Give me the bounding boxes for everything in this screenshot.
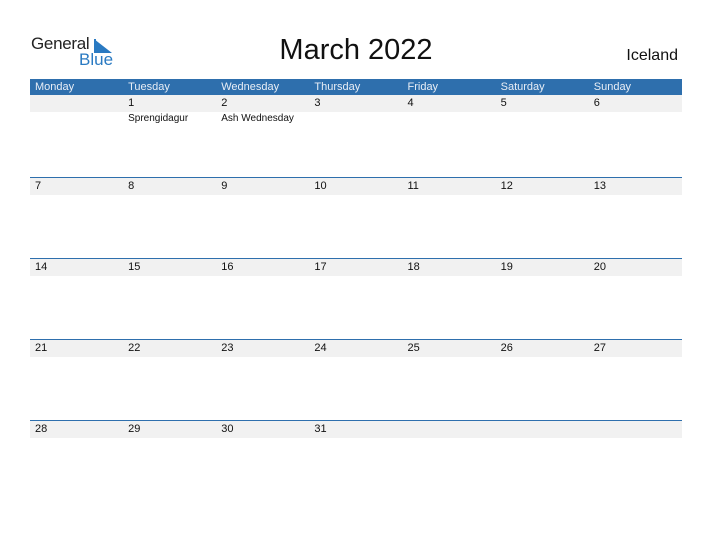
day-number bbox=[30, 95, 123, 112]
day-number: 14 bbox=[35, 261, 48, 273]
day-number: 21 bbox=[35, 342, 48, 354]
day-number: 24 bbox=[314, 342, 327, 354]
day-number: 22 bbox=[128, 342, 141, 354]
country-label: Iceland bbox=[626, 47, 678, 64]
holiday-label: Ash Wednesday bbox=[221, 113, 294, 124]
holiday-label bbox=[403, 112, 496, 126]
day-number: 11 bbox=[407, 180, 419, 192]
page-title: March 2022 bbox=[279, 34, 433, 66]
day-number: 15 bbox=[128, 261, 141, 273]
holiday-label bbox=[589, 112, 682, 126]
week-row: 7 8 9 10 11 12 13 bbox=[30, 177, 682, 258]
day-number: 31 bbox=[314, 423, 327, 435]
day-number: 16 bbox=[221, 261, 234, 273]
weekday-saturday: Saturday bbox=[500, 81, 545, 93]
day-number: 4 bbox=[407, 97, 414, 109]
day-number bbox=[496, 421, 589, 438]
weekday-header: Monday Tuesday Wednesday Thursday Friday… bbox=[30, 79, 682, 95]
date-band: 1 2 3 4 5 6 bbox=[30, 95, 682, 112]
day-number: 13 bbox=[593, 180, 606, 192]
day-number: 9 bbox=[221, 180, 228, 192]
day-number: 17 bbox=[314, 261, 327, 273]
weekday-wednesday: Wednesday bbox=[221, 81, 280, 93]
day-number: 10 bbox=[314, 180, 327, 192]
day-number: 7 bbox=[35, 180, 42, 192]
date-band: 21 22 23 24 25 26 27 bbox=[30, 340, 682, 357]
day-number: 6 bbox=[593, 97, 600, 109]
day-number: 5 bbox=[500, 97, 507, 109]
day-number: 18 bbox=[407, 261, 420, 273]
day-number: 23 bbox=[221, 342, 234, 354]
day-number: 8 bbox=[128, 180, 135, 192]
weekday-monday: Monday bbox=[35, 81, 75, 93]
holiday-band: Sprengidagur Ash Wednesday bbox=[30, 112, 682, 126]
day-number: 27 bbox=[593, 342, 606, 354]
day-number bbox=[403, 421, 496, 438]
calendar-page: General Blue March 2022 Iceland Monday T… bbox=[0, 0, 712, 550]
weekday-tuesday: Tuesday bbox=[128, 81, 170, 93]
day-number: 19 bbox=[500, 261, 513, 273]
day-number: 1 bbox=[128, 97, 135, 109]
day-number: 3 bbox=[314, 97, 321, 109]
day-number: 2 bbox=[221, 97, 228, 109]
week-row: 1 2 3 4 5 6 Sprengidagur Ash Wednesday bbox=[30, 95, 682, 177]
weekday-thursday: Thursday bbox=[314, 81, 361, 93]
day-number: 26 bbox=[500, 342, 513, 354]
day-number: 12 bbox=[500, 180, 513, 192]
date-band: 14 15 16 17 18 19 20 bbox=[30, 259, 682, 276]
weekday-sunday: Sunday bbox=[593, 81, 632, 93]
weekday-friday: Friday bbox=[407, 81, 439, 93]
holiday-label: Sprengidagur bbox=[128, 113, 189, 124]
date-band: 7 8 9 10 11 12 13 bbox=[30, 178, 682, 195]
day-number bbox=[589, 421, 682, 438]
holiday-label bbox=[30, 112, 123, 126]
holiday-label bbox=[309, 112, 402, 126]
day-number: 28 bbox=[35, 423, 48, 435]
week-row: 14 15 16 17 18 19 20 bbox=[30, 258, 682, 339]
calendar-grid: Monday Tuesday Wednesday Thursday Friday… bbox=[30, 79, 682, 501]
weeks-container: 1 2 3 4 5 6 Sprengidagur Ash Wednesday 7 8 9 10 11 12… bbox=[30, 95, 682, 501]
day-number: 29 bbox=[128, 423, 141, 435]
day-number: 25 bbox=[407, 342, 420, 354]
holiday-label bbox=[496, 112, 589, 126]
week-row: 28 29 30 31 bbox=[30, 420, 682, 501]
date-band: 28 29 30 31 bbox=[30, 421, 682, 438]
day-number: 30 bbox=[221, 423, 234, 435]
day-number: 20 bbox=[593, 261, 606, 273]
week-row: 21 22 23 24 25 26 27 bbox=[30, 339, 682, 420]
